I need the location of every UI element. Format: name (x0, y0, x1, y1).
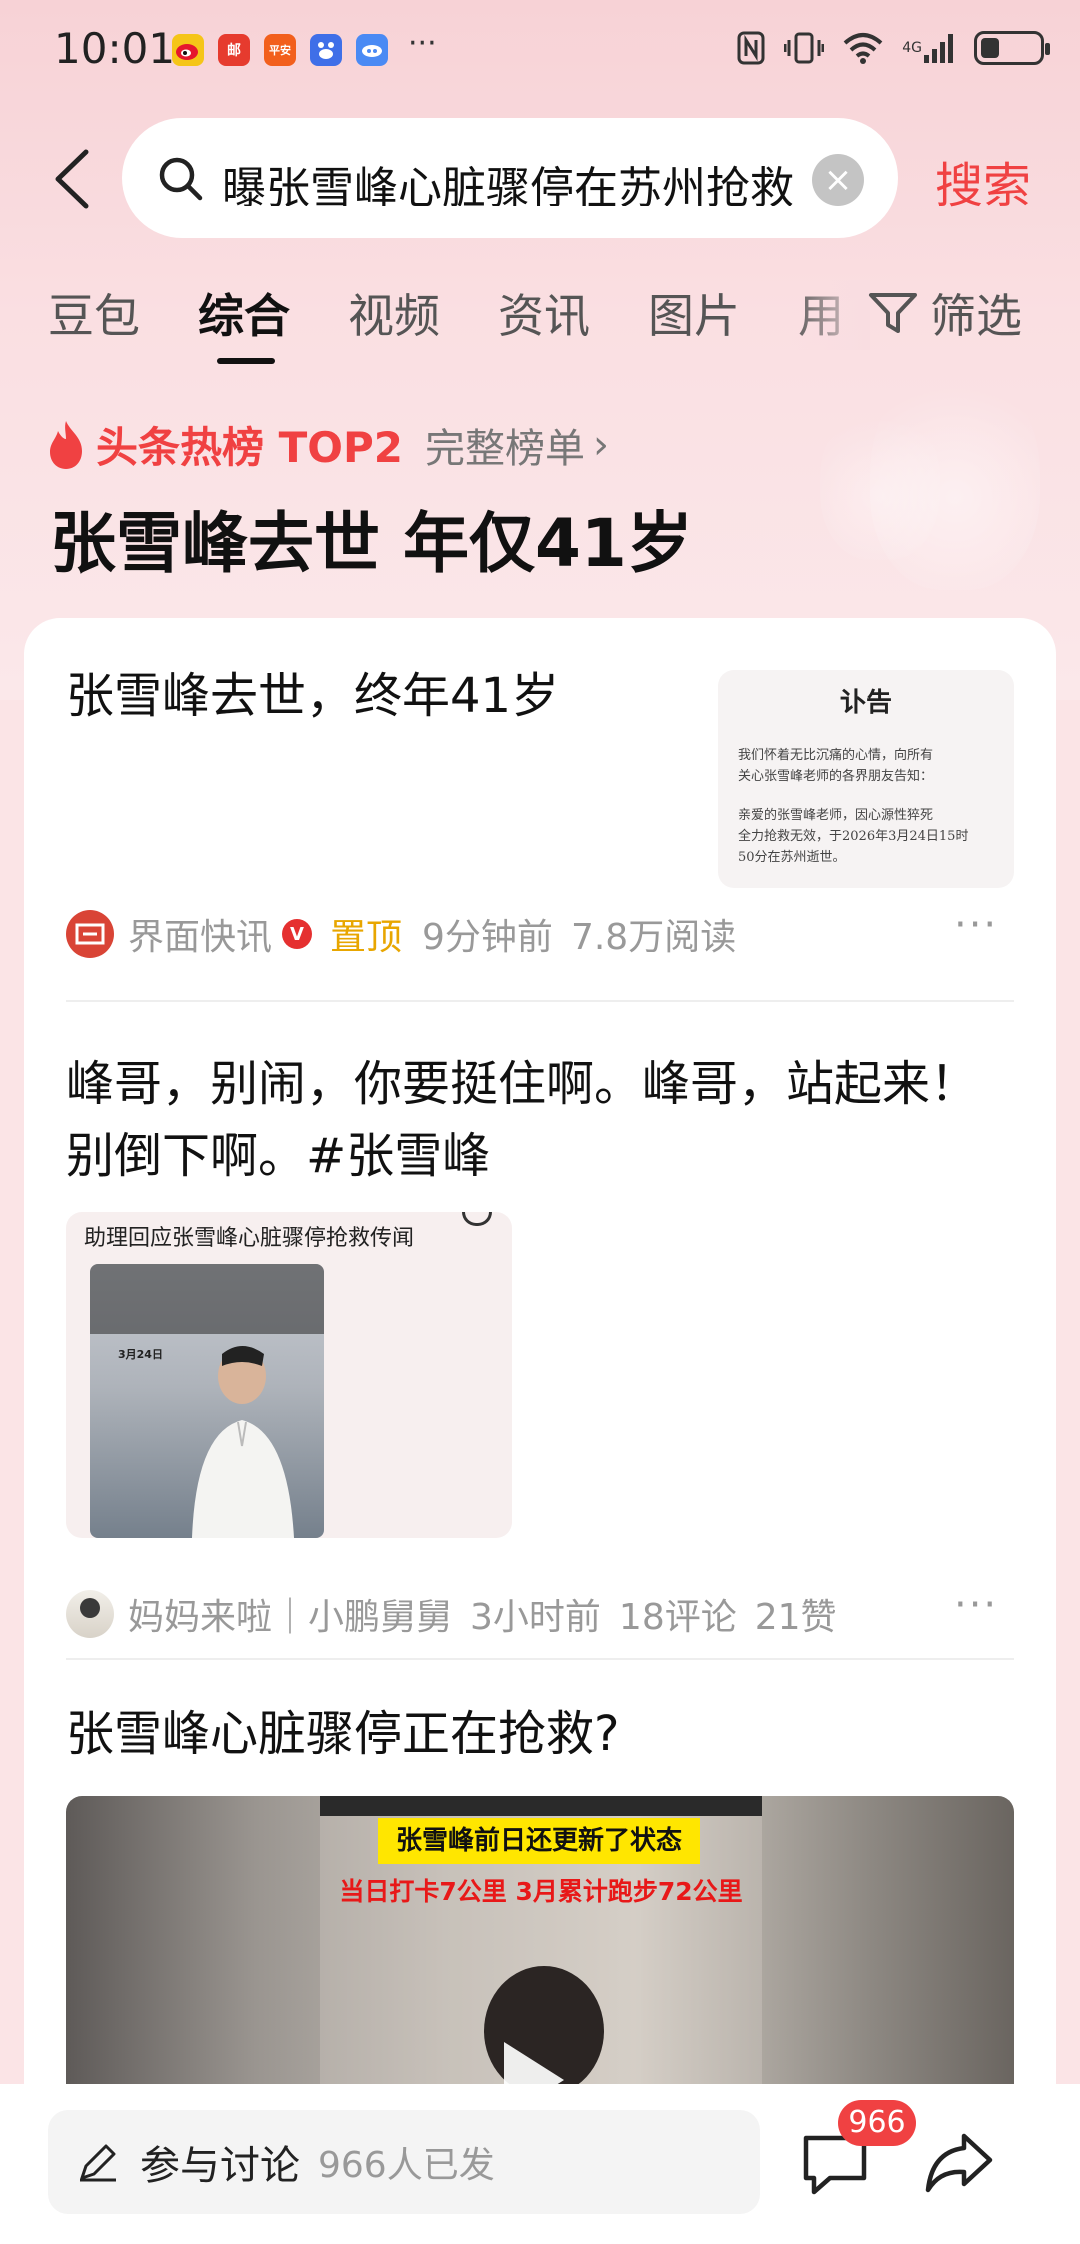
result-title-line: 峰哥，别闹，你要挺住啊。峰哥，站起来！ (66, 1056, 979, 1112)
weibo-icon (172, 34, 204, 66)
tab-news[interactable]: 资讯 (498, 280, 590, 346)
read-count: 7.8万阅读 (570, 917, 737, 958)
filter-button[interactable]: 筛选 (868, 280, 1022, 346)
hot-list-label: 头条热榜 TOP2 (96, 423, 403, 472)
clear-icon[interactable]: × (812, 154, 864, 206)
pinned-badge: 置顶 (330, 917, 403, 958)
video-subtitle: 当日打卡7公里 3月累计跑步72公里 (339, 1877, 743, 1906)
comment-badge: 966 (838, 2100, 916, 2146)
status-bar: 10:01 邮 平安 ··· 4G (0, 0, 1080, 100)
tabs-fade (790, 280, 870, 350)
pingan-bank-icon: 平安 (264, 34, 296, 66)
baidu-netdisk-icon (356, 34, 388, 66)
publish-time: 9分钟前 (422, 917, 553, 958)
video-thumbnail[interactable]: 助理回应张雪峰心脏骤停抢救传闻 3月24日 (66, 1212, 512, 1538)
divider (66, 1658, 1014, 1660)
search-button[interactable]: 搜索 (935, 146, 1031, 216)
tab-comprehensive[interactable]: 综合 (198, 280, 290, 346)
tab-images[interactable]: 图片 (648, 280, 740, 346)
result-meta: 界面快讯 V 置顶 9分钟前 7.8万阅读 (66, 908, 736, 960)
search-input[interactable]: 曝张雪峰心脏骤停在苏州抢救 × (122, 118, 898, 238)
discussion-input[interactable]: 参与讨论 966人已发 (48, 2110, 760, 2214)
obituary-line: 50分在苏州逝世。 (738, 850, 846, 865)
obituary-line: 亲爱的张雪峰老师，因心源性猝死 (738, 808, 934, 823)
nfc-icon (736, 30, 766, 66)
hot-topic-title[interactable]: 张雪峰去世 年仅41岁 (50, 490, 693, 586)
video-top-banner (320, 1796, 762, 1816)
status-indicators: 4G (736, 30, 1050, 66)
filter-icon (869, 293, 917, 333)
video-frame: 3月24日 (90, 1264, 324, 1538)
filter-label: 筛选 (930, 289, 1022, 343)
more-options-icon[interactable]: ··· (954, 902, 998, 948)
flame-decoration-small (820, 400, 940, 560)
like-count: 21赞 (754, 1597, 837, 1638)
fire-icon (50, 420, 82, 469)
publish-time: 3小时前 (470, 1597, 601, 1638)
result-title[interactable]: 峰哥，别闹，你要挺住啊。峰哥，站起来！ 别倒下啊。#张雪峰 (66, 1048, 978, 1192)
thumbnail-date: 3月24日 (118, 1348, 163, 1361)
comment-count: 18评论 (618, 1597, 737, 1638)
post-icon: 邮 (218, 34, 250, 66)
avatar[interactable] (66, 1590, 114, 1638)
share-icon (462, 1212, 492, 1226)
notification-icons: 邮 平安 (172, 34, 388, 66)
obituary-line: 我们怀着无比沉痛的心情，向所有 (738, 748, 934, 763)
jiemian-logo-icon[interactable] (66, 910, 114, 958)
result-title[interactable]: 张雪峰去世，终年41岁 (66, 660, 559, 732)
results-card: 张雪峰去世，终年41岁 讣告 我们怀着无比沉痛的心情，向所有 关心张雪峰老师的各… (24, 618, 1056, 2244)
bottom-bar: 参与讨论 966人已发 966 (0, 2084, 1080, 2244)
search-query[interactable]: 曝张雪峰心脏骤停在苏州抢救 (222, 152, 807, 206)
vibrate-icon (784, 30, 825, 66)
obituary-line: 全力抢救无效，于2026年3月24日15时 (738, 829, 969, 844)
video-banner (90, 1264, 324, 1334)
verified-icon: V (282, 919, 313, 949)
video-banner-text: 张雪峰前日还更新了状态 (378, 1818, 700, 1864)
discussion-count: 966人已发 (318, 2145, 495, 2186)
result-title[interactable]: 张雪峰心脏骤停正在抢救? (66, 1698, 619, 1770)
signal-icon: 4G (902, 30, 956, 66)
tab-doubao[interactable]: 豆包 (48, 280, 140, 346)
obituary-image[interactable]: 讣告 我们怀着无比沉痛的心情，向所有 关心张雪峰老师的各界朋友告知： 亲爱的张雪… (718, 670, 1014, 888)
source-name[interactable]: 界面快讯 (128, 908, 272, 960)
baidu-icon (310, 34, 342, 66)
back-button[interactable] (48, 146, 98, 212)
pen-icon (80, 2144, 116, 2182)
hot-list-row[interactable]: 头条热榜 TOP2 完整榜单 › (46, 414, 609, 475)
full-list-link[interactable]: 完整榜单 (425, 416, 585, 474)
battery-icon (974, 31, 1050, 65)
result-meta: 妈妈来啦｜小鹏舅舅 3小时前 18评论 21赞 (66, 1588, 837, 1640)
wifi-icon (842, 30, 884, 66)
divider (66, 1000, 1014, 1002)
status-time: 10:01 (54, 24, 176, 73)
result-title-line: 别倒下啊。#张雪峰 (66, 1128, 491, 1184)
obituary-heading: 讣告 (839, 688, 892, 718)
discussion-label: 参与讨论 (140, 2143, 300, 2189)
person-figure (192, 1346, 294, 1538)
thumbnail-caption: 助理回应张雪峰心脏骤停抢救传闻 (84, 1226, 415, 1251)
more-options-icon[interactable]: ··· (954, 1582, 998, 1628)
source-name[interactable]: 妈妈来啦｜小鹏舅舅 (128, 1588, 452, 1640)
active-tab-indicator (217, 358, 275, 364)
obituary-line: 关心张雪峰老师的各界朋友告知： (738, 769, 934, 784)
tab-video[interactable]: 视频 (348, 280, 440, 346)
chevron-right-icon: › (592, 421, 609, 468)
status-more: ··· (408, 26, 437, 61)
search-icon (156, 154, 206, 204)
share-icon[interactable] (924, 2130, 994, 2196)
